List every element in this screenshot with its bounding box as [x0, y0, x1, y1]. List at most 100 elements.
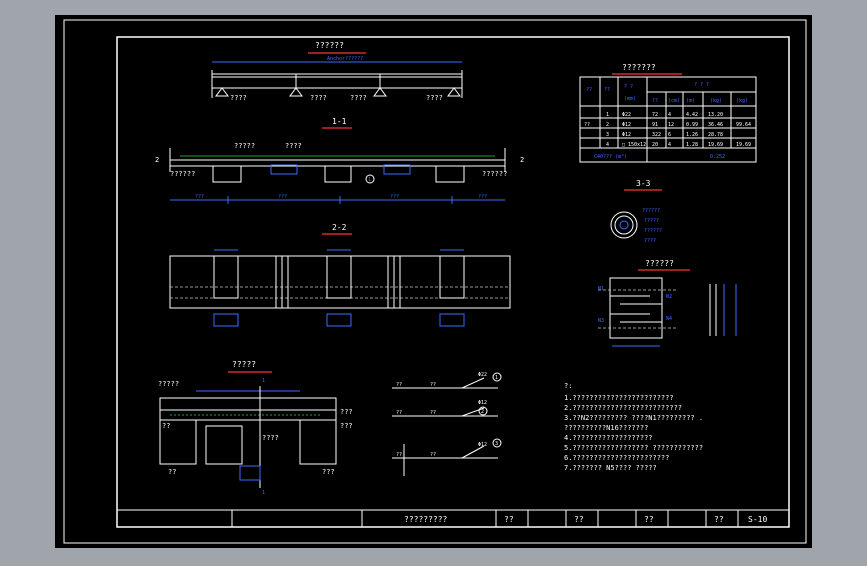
table-cell: 6 [668, 132, 671, 138]
table-sub-6: (kg) [736, 98, 748, 104]
table-cell: ?? [584, 122, 590, 128]
table-cell: 36.46 [708, 122, 723, 128]
table-header-1: ?? [586, 87, 592, 93]
section-11-mark-right: 2 [520, 156, 524, 164]
detail-mark-bottom: 1 [262, 490, 265, 496]
rebar-length-right: ?? [430, 452, 436, 458]
rebar-length-left: ?? [396, 452, 402, 458]
table-cell: 4 [668, 112, 671, 118]
drawing-canvas: .w{stroke:#ffffff;fill:none;stroke-width… [55, 15, 812, 548]
rebar-length-right: ?? [430, 410, 436, 416]
table-sub-2: ?? [652, 98, 658, 104]
titleblock-cell-2: ?? [574, 515, 584, 524]
section-11-label-right: ?????? [482, 170, 507, 178]
detail-mark-top: 1 [262, 378, 265, 384]
plan-label-3: ???? [350, 94, 367, 102]
section-11-dim-4: ??? [478, 194, 487, 200]
table-cell: 322 [652, 132, 661, 138]
section-33-label-4: ???? [644, 238, 656, 244]
table-cell: 12 [668, 122, 674, 128]
section-11-dim-1: ??? [195, 194, 204, 200]
table-cell: 4 [606, 142, 609, 148]
detail-label-2: ??? [340, 408, 353, 416]
note-item: 2.?????????????????????????? [564, 404, 682, 412]
joint-title: ?????? [645, 259, 674, 268]
detail-label-3: ??? [340, 422, 353, 430]
plan-label-4: ???? [426, 94, 443, 102]
table-cell: Φ12 [622, 132, 631, 138]
joint-label-n4: N4 [666, 316, 672, 322]
section-11-label-mid: ????? [234, 142, 255, 150]
section-33-label-2: ????? [644, 218, 659, 224]
plan-label-2: ???? [310, 94, 327, 102]
table-cell: 3 [606, 132, 609, 138]
note-item: 4.??????????????????? [564, 434, 653, 442]
table-cell: □ 150x12 [622, 142, 646, 148]
plan-label-1: ???? [230, 94, 247, 102]
titleblock-cell-4: ?? [714, 515, 724, 524]
table-sub-5: (kg) [710, 98, 722, 104]
section-11-title: 1-1 [332, 117, 347, 126]
table-footer-value: 0.252 [710, 154, 725, 160]
rebar-mark: 2 [481, 409, 484, 415]
table-cell: 19.69 [736, 142, 751, 148]
table-cell: 13.20 [708, 112, 723, 118]
joint-label-n3: N3 [598, 318, 604, 324]
table-cell: 20 [652, 142, 658, 148]
table-cell: 4 [668, 142, 671, 148]
table-cell: 1.26 [686, 132, 698, 138]
section-11-label-mid2: ???? [285, 142, 302, 150]
detail-label-4: ?? [162, 422, 170, 430]
rebar-length-left: ?? [396, 382, 402, 388]
joint-label-n1: N1 [598, 286, 604, 292]
table-header-4: ? ? ? [694, 82, 709, 88]
detail-label-1: ????? [158, 380, 179, 388]
joint-label-n2: N2 [666, 294, 672, 300]
rebar-length-right: ?? [430, 382, 436, 388]
plan-dim-text: Anchor?????? [327, 56, 363, 62]
rebar-spec: Φ12 [478, 442, 487, 448]
titleblock-cell-1: ?? [504, 515, 514, 524]
note-item: 3.??N2????????? ????N1????????? . [564, 414, 703, 422]
detail-label-6: ??? [322, 468, 335, 476]
table-cell: 28.78 [708, 132, 723, 138]
section-11-circle-mark: 1 [368, 177, 371, 183]
table-cell: Φ22 [622, 112, 631, 118]
table-title: ??????? [622, 63, 656, 72]
detail-title: ????? [232, 360, 256, 369]
rebar-spec: Φ12 [478, 400, 487, 406]
section-11-dim-2: ??? [278, 194, 287, 200]
cad-viewport: .w{stroke:#ffffff;fill:none;stroke-width… [0, 0, 867, 562]
table-footer-label: C40??? (m³) [594, 154, 627, 160]
table-cell: 19.69 [708, 142, 723, 148]
titleblock-drawing-title: ????????? [404, 515, 448, 524]
note-item: 1.???????????????????????? [564, 394, 674, 402]
note-item: ??????????N16??????? [564, 424, 648, 432]
table-cell: 99.64 [736, 122, 751, 128]
section-33-label-3: ?????? [644, 228, 662, 234]
table-sub-4: (m) [686, 98, 695, 104]
table-cell: 72 [652, 112, 658, 118]
table-cell: 1 [606, 112, 609, 118]
table-cell: 91 [652, 122, 658, 128]
section-11-dim-3: ??? [390, 194, 399, 200]
table-header-3: ? ? [624, 84, 633, 90]
plan-title: ?????? [315, 41, 344, 50]
rebar-mark: 1 [495, 375, 498, 381]
table-cell: Φ12 [622, 122, 631, 128]
section-22-title: 2-2 [332, 223, 347, 232]
table-sub-1: (mm) [624, 96, 636, 102]
note-item: 7.??????? N5???? ????? [564, 464, 657, 472]
rebar-mark: 3 [495, 441, 498, 447]
titleblock-sheet-no: S-10 [748, 515, 767, 524]
notes-heading: ?: [564, 382, 572, 390]
section-33-label-1: ?????? [642, 208, 660, 214]
note-item: 6.??????????????????????? [564, 454, 669, 462]
table-sub-3: (cm) [668, 98, 680, 104]
titleblock-cell-3: ?? [644, 515, 654, 524]
table-cell: 1.28 [686, 142, 698, 148]
section-11-mark-left: 2 [155, 156, 159, 164]
detail-label-5: ???? [262, 434, 279, 442]
section-33-title: 3-3 [636, 179, 651, 188]
detail-label-7: ?? [168, 468, 176, 476]
